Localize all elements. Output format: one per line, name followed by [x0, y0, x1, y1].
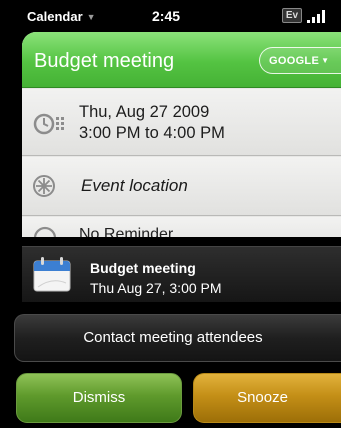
calendar-source-label: GOOGLE [269, 55, 320, 67]
notification-subtitle: Thu Aug 27, 3:00 PM [90, 280, 222, 296]
event-location-row[interactable]: Event location [22, 157, 341, 216]
chevron-down-icon: ▼ [321, 56, 330, 65]
clock-repeat-icon [33, 113, 64, 135]
location-compass-icon [33, 175, 55, 197]
reminder-icon [33, 226, 57, 237]
contact-attendees-button[interactable]: Contact meeting attendees [14, 314, 341, 362]
notification-banner[interactable]: Budget meeting Thu Aug 27, 3:00 PM [22, 246, 341, 302]
app-menu[interactable]: Calendar ▼ [27, 9, 96, 24]
network-badge: Ev [282, 8, 302, 23]
event-date: Thu, Aug 27 2009 [79, 103, 210, 121]
app-name: Calendar [27, 9, 83, 24]
event-location-field[interactable]: Event location [81, 176, 188, 196]
event-time-row[interactable]: Thu, Aug 27 2009 3:00 PM to 4:00 PM [22, 89, 341, 156]
event-reminder-label: No Reminder [79, 226, 174, 237]
event-title[interactable]: Budget meeting [34, 50, 174, 73]
status-bar: Calendar ▼ 2:45 Ev [0, 0, 341, 30]
calendar-source-button[interactable]: GOOGLE ▼ [259, 47, 341, 74]
notification-title: Budget meeting [90, 260, 196, 276]
chevron-down-icon: ▼ [86, 12, 96, 22]
event-reminder-row[interactable]: No Reminder [22, 217, 341, 237]
event-detail-card: Budget meeting GOOGLE ▼ Thu, Aug 27 2009 … [22, 32, 341, 237]
event-header: Budget meeting GOOGLE ▼ [22, 32, 341, 88]
signal-bars-icon [307, 10, 325, 23]
snooze-button[interactable]: Snooze [193, 373, 341, 423]
calendar-icon [33, 257, 71, 292]
clock: 2:45 [152, 8, 181, 24]
event-time-range: 3:00 PM to 4:00 PM [79, 124, 225, 142]
dismiss-button[interactable]: Dismiss [16, 373, 182, 423]
